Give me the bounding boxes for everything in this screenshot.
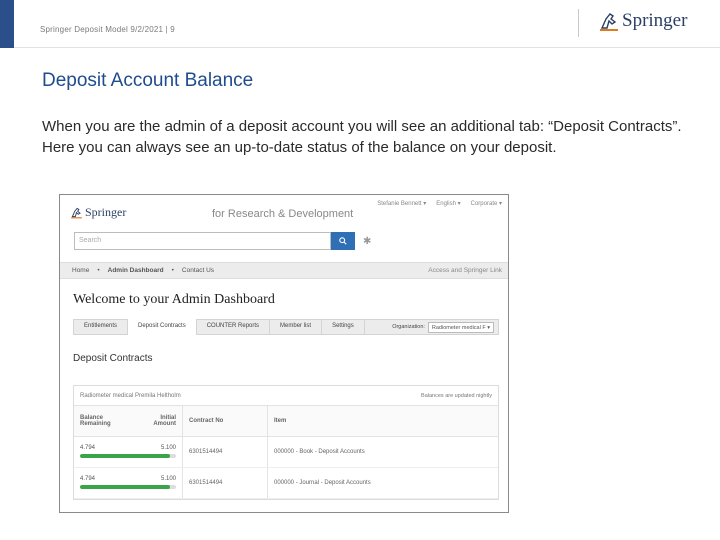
balance-values: 4.794 5.100 (80, 476, 176, 482)
search-input[interactable]: Search (74, 232, 331, 250)
initial-amount-value: 5.100 (160, 476, 176, 482)
dashboard-tabs: Entitlements Deposit Contracts COUNTER R… (73, 319, 499, 335)
column-contract-no[interactable]: Contract No (182, 406, 268, 437)
header-accent-bar (0, 0, 14, 48)
search-button[interactable] (331, 232, 355, 250)
section-title: Deposit Contracts (73, 353, 153, 364)
gear-icon[interactable]: ✱ (363, 236, 371, 247)
tab-entitlements[interactable]: Entitlements (74, 319, 129, 335)
organization-dropdown[interactable]: Radiometer medical F ▾ (427, 321, 494, 333)
balance-progress-fill (80, 485, 171, 489)
language-menu-link[interactable]: English ▾ (436, 200, 460, 207)
table-row: 4.794 5.100 6301514494 000000 - Book - D… (74, 436, 498, 468)
slide-footer-text: Springer Deposit Model 9/2/2021 | 9 (40, 25, 175, 34)
contract-number: 6301514494 (182, 467, 268, 499)
logo-wordmark: Springer (622, 10, 688, 31)
panel-update-note: Balances are updated nightly (421, 392, 492, 399)
balance-remaining-value: 4.794 (80, 445, 96, 451)
organization-selector: Organization: Radiometer medical F ▾ (392, 321, 494, 333)
balance-progress-bar (80, 454, 176, 458)
slide-title: Deposit Account Balance (42, 70, 254, 91)
panel-organization-name: Radiometer medical Premila Heltholm (80, 392, 181, 399)
admin-dashboard-screenshot: Springer for Research & Development Stef… (59, 194, 509, 513)
springer-link-access[interactable]: Access and Springer Link (428, 267, 502, 274)
table-row: 4.794 5.100 6301514494 000000 - Journal … (74, 467, 498, 499)
tab-counter-reports[interactable]: COUNTER Reports (197, 319, 271, 335)
balance-cell: 4.794 5.100 (74, 436, 183, 468)
dashboard-heading: Welcome to your Admin Dashboard (73, 292, 275, 307)
user-links: Stefanie Bennett ▾ English ▾ Corporate ▾ (377, 200, 502, 207)
balance-remaining-value: 4.794 (80, 476, 96, 482)
site-header: Springer for Research & Development Stef… (60, 195, 508, 225)
column-initial-amount[interactable]: Initial Amount (132, 406, 183, 437)
springer-horse-icon (600, 13, 618, 31)
column-item[interactable]: Item (267, 406, 498, 437)
breadcrumb-contact-us[interactable]: Contact Us (182, 267, 214, 274)
site-tagline: for Research & Development (212, 208, 354, 220)
panel-header: Radiometer medical Premila Heltholm Bala… (74, 386, 498, 406)
column-balance-remaining[interactable]: Balance Remaining (74, 406, 133, 437)
magnifier-icon (339, 237, 347, 245)
site-logo-wordmark: Springer (85, 205, 127, 219)
header-divider (578, 9, 579, 37)
deposit-contracts-panel: Radiometer medical Premila Heltholm Bala… (73, 385, 499, 500)
contract-item[interactable]: 000000 - Book - Deposit Accounts (267, 436, 498, 468)
contract-item[interactable]: 000000 - Journal - Deposit Accounts (267, 467, 498, 499)
breadcrumb: Home • Admin Dashboard • Contact Us Acce… (60, 262, 508, 279)
breadcrumb-separator: • (97, 267, 100, 274)
balance-cell: 4.794 5.100 (74, 467, 183, 499)
springer-horse-icon (71, 207, 82, 219)
initial-amount-value: 5.100 (160, 445, 176, 451)
search-row: Search ✱ (74, 232, 371, 250)
table-header-row: Balance Remaining Initial Amount Contrac… (74, 406, 498, 437)
tab-deposit-contracts[interactable]: Deposit Contracts (128, 319, 197, 335)
slide-body-text: When you are the admin of a deposit acco… (42, 118, 682, 156)
corporate-menu-link[interactable]: Corporate ▾ (471, 200, 502, 207)
breadcrumb-admin-dashboard[interactable]: Admin Dashboard (108, 267, 164, 274)
tab-settings[interactable]: Settings (322, 319, 365, 335)
deposit-contracts-table: Balance Remaining Initial Amount Contrac… (74, 406, 498, 499)
user-menu-link[interactable]: Stefanie Bennett ▾ (377, 200, 426, 207)
organization-label: Organization: (392, 324, 425, 330)
balance-progress-bar (80, 485, 176, 489)
breadcrumb-separator: • (171, 267, 174, 274)
balance-progress-fill (80, 454, 171, 458)
site-logo[interactable]: Springer (70, 205, 126, 220)
tab-member-list[interactable]: Member list (270, 319, 323, 335)
springer-logo: Springer (598, 10, 687, 32)
breadcrumb-home[interactable]: Home (72, 267, 89, 274)
balance-values: 4.794 5.100 (80, 445, 176, 451)
slide-header: Springer Deposit Model 9/2/2021 | 9 Spri… (0, 0, 720, 48)
contract-number: 6301514494 (182, 436, 268, 468)
